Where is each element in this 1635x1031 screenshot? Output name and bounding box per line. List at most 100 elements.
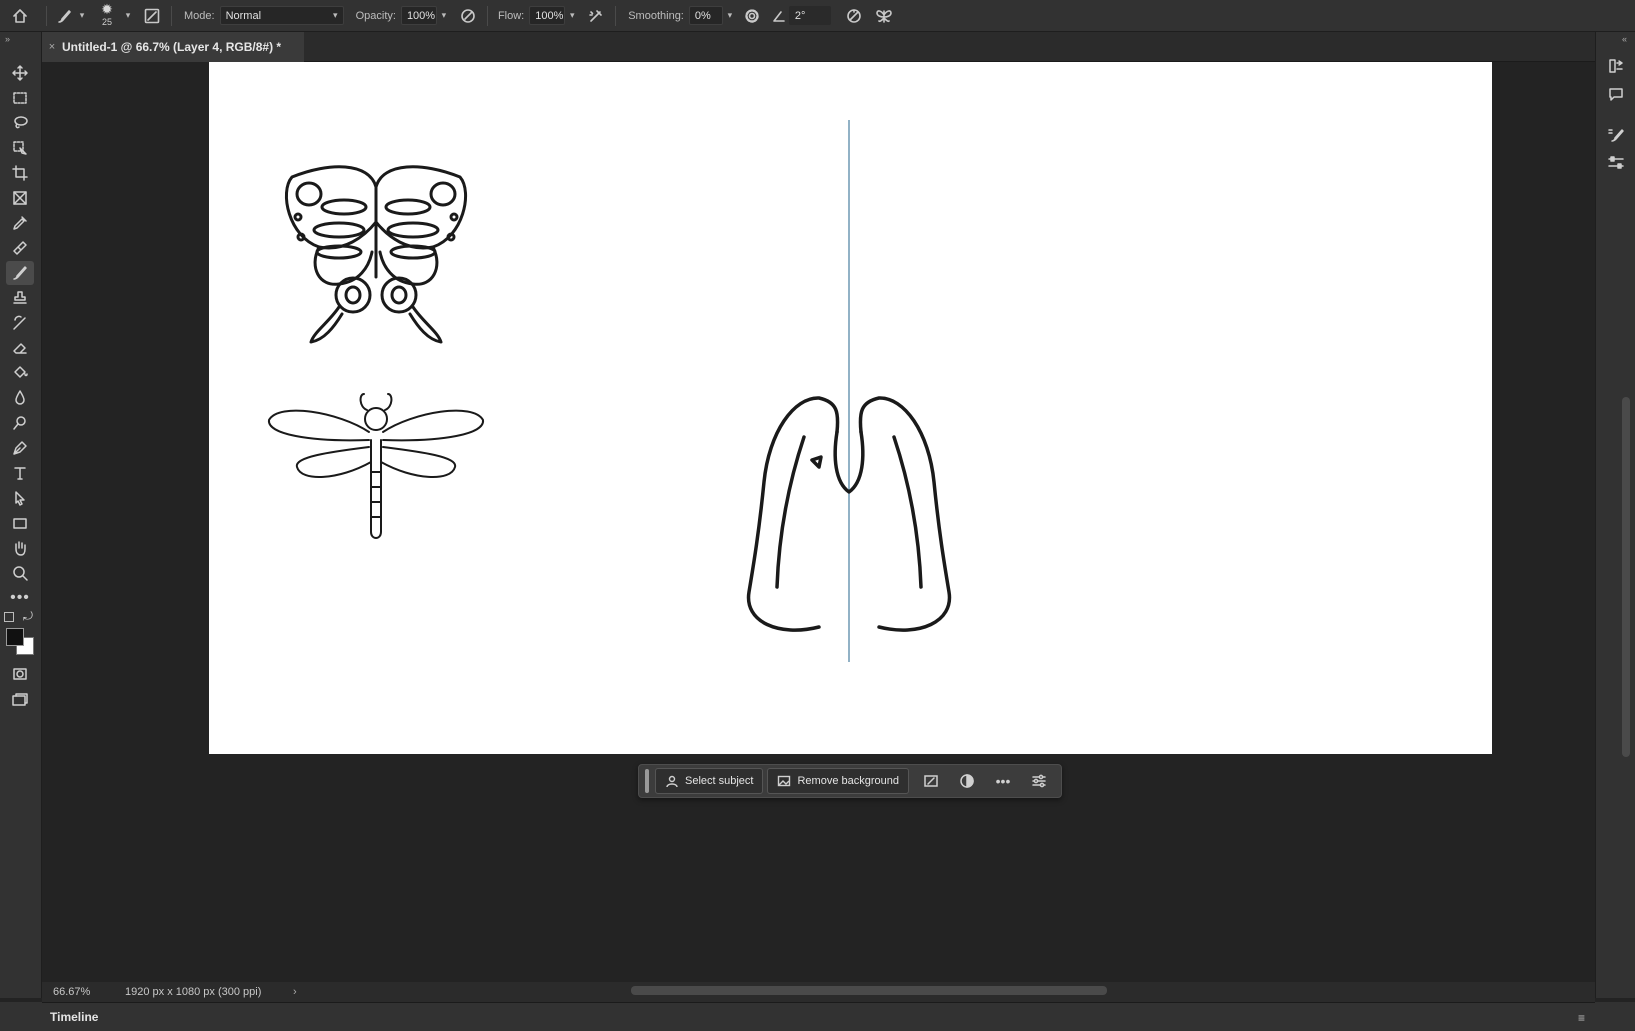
flow-field[interactable]: 100% xyxy=(529,6,566,25)
horizontal-scrollbar[interactable] xyxy=(631,986,1107,995)
divider xyxy=(615,5,617,26)
angle-icon xyxy=(769,4,789,28)
document-canvas[interactable] xyxy=(209,62,1492,754)
object-selection-tool[interactable] xyxy=(6,136,34,160)
more-options-icon[interactable]: ••• xyxy=(985,768,1021,794)
more-tools[interactable]: ••• xyxy=(6,586,34,610)
gear-icon[interactable] xyxy=(739,4,765,28)
chevron-down-icon[interactable]: ▾ xyxy=(437,6,451,25)
document-tab-title: Untitled-1 @ 66.7% (Layer 4, RGB/8#) * xyxy=(62,40,282,54)
chevron-down-icon[interactable]: ▾ xyxy=(723,6,737,25)
select-subject-label: Select subject xyxy=(685,775,754,787)
symmetry-butterfly-icon[interactable] xyxy=(869,4,899,28)
timeline-left-filler xyxy=(0,1002,42,1031)
foreground-color-swatch[interactable] xyxy=(6,628,24,646)
lasso-tool[interactable] xyxy=(6,111,34,135)
expand-panels-icon[interactable]: « xyxy=(1622,34,1627,44)
vertical-scrollbar[interactable] xyxy=(1622,397,1630,757)
chevron-down-icon: ▾ xyxy=(333,10,338,20)
opacity-field[interactable]: 100% xyxy=(400,6,437,25)
timeline-panel: Timeline ≡ xyxy=(42,1002,1595,1031)
comments-panel-icon[interactable] xyxy=(1604,82,1628,106)
butterfly-drawing xyxy=(284,165,468,344)
remove-background-button[interactable]: Remove background xyxy=(767,768,909,794)
dragonfly-drawing xyxy=(268,393,484,539)
taskbar-drag-handle[interactable] xyxy=(645,769,649,793)
transform-icon[interactable] xyxy=(913,768,949,794)
panel-menu-icon[interactable]: ≡ xyxy=(1578,1011,1585,1025)
options-bar: ▾ ✹ 25 ▾ Mode: Normal ▾ Opacity: 100% ▾ … xyxy=(0,0,1635,32)
angle-value: 2° xyxy=(794,9,806,22)
smoothing-field[interactable]: 0% xyxy=(688,6,723,25)
pressure-size-icon[interactable] xyxy=(839,4,869,28)
brush-tip-icon: ✹ xyxy=(101,0,113,17)
mode-select[interactable]: Normal ▾ xyxy=(219,6,344,25)
angle-field[interactable]: 2° xyxy=(788,6,831,25)
timeline-right-filler xyxy=(1595,1002,1635,1031)
brush-preset-picker[interactable]: ✹ 25 xyxy=(93,1,121,31)
contextual-taskbar: Select subject Remove background ••• xyxy=(638,764,1062,798)
document-info: 1920 px x 1080 px (300 ppi) xyxy=(125,986,262,998)
collapse-toolbar-icon[interactable]: » xyxy=(5,34,10,44)
rectangular-marquee-tool[interactable] xyxy=(6,86,34,110)
chevron-down-icon[interactable]: ▾ xyxy=(565,6,579,25)
adjustment-layer-icon[interactable] xyxy=(949,768,985,794)
history-panel-icon[interactable] xyxy=(1604,54,1628,78)
brush-settings-panel-icon[interactable] xyxy=(139,4,165,28)
opacity-value: 100% xyxy=(406,9,436,22)
airbrush-icon[interactable] xyxy=(583,4,609,28)
frame-tool[interactable] xyxy=(6,186,34,210)
type-tool[interactable] xyxy=(6,461,34,485)
path-selection-tool[interactable] xyxy=(6,486,34,510)
select-subject-button[interactable]: Select subject xyxy=(655,768,764,794)
divider xyxy=(46,5,47,26)
brushes-panel-icon[interactable] xyxy=(1604,123,1628,147)
eyedropper-tool[interactable] xyxy=(6,211,34,235)
timeline-tab[interactable]: Timeline xyxy=(50,1010,98,1024)
taskbar-settings-icon[interactable] xyxy=(1021,768,1057,794)
eraser-tool[interactable] xyxy=(6,336,34,360)
mode-label: Mode: xyxy=(184,9,215,22)
document-tab-bar: × Untitled-1 @ 66.7% (Layer 4, RGB/8#) * xyxy=(42,32,1595,62)
smoothing-label: Smoothing: xyxy=(628,9,684,22)
rectangle-tool[interactable] xyxy=(6,511,34,535)
document-tab[interactable]: × Untitled-1 @ 66.7% (Layer 4, RGB/8#) * xyxy=(42,32,304,62)
chevron-down-icon[interactable]: ▾ xyxy=(75,6,89,25)
select-subject-icon xyxy=(666,775,678,788)
blur-tool[interactable] xyxy=(6,386,34,410)
move-tool[interactable] xyxy=(6,61,34,85)
home-icon[interactable] xyxy=(0,0,40,32)
remove-background-label: Remove background xyxy=(797,775,899,787)
paint-bucket-tool[interactable] xyxy=(6,361,34,385)
status-info-arrow[interactable]: › xyxy=(293,986,297,998)
hand-tool[interactable] xyxy=(6,536,34,560)
adjustments-panel-icon[interactable] xyxy=(1604,151,1628,175)
default-colors-icon[interactable] xyxy=(4,612,14,622)
brush-size-value: 25 xyxy=(101,16,112,27)
close-tab-icon[interactable]: × xyxy=(42,41,62,53)
dodge-tool[interactable] xyxy=(6,411,34,435)
pen-tool[interactable] xyxy=(6,436,34,460)
history-brush-tool[interactable] xyxy=(6,311,34,335)
spot-healing-tool[interactable] xyxy=(6,236,34,260)
ellipsis-icon: ••• xyxy=(10,589,30,606)
screen-mode-tool[interactable] xyxy=(6,688,34,712)
flow-label: Flow: xyxy=(497,9,525,22)
quick-mask-tool[interactable] xyxy=(6,662,34,686)
canvas-artwork xyxy=(268,120,952,662)
mode-value: Normal xyxy=(225,9,262,22)
brush-tool[interactable] xyxy=(6,261,34,285)
flow-value: 100% xyxy=(535,9,564,22)
tools-panel: » ••• ⤾ xyxy=(0,32,42,998)
smoothing-value: 0% xyxy=(694,9,711,22)
chevron-down-icon[interactable]: ▾ xyxy=(121,6,135,25)
canvas-workspace xyxy=(42,62,1630,982)
divider xyxy=(171,5,172,26)
zoom-level[interactable]: 66.67% xyxy=(53,986,119,998)
clone-stamp-tool[interactable] xyxy=(6,286,34,310)
swap-colors-icon[interactable]: ⤾ xyxy=(23,609,33,624)
zoom-tool[interactable] xyxy=(6,561,34,585)
crop-tool[interactable] xyxy=(6,161,34,185)
pressure-opacity-icon[interactable] xyxy=(455,4,481,28)
brush-tool-preset-icon[interactable] xyxy=(53,4,75,28)
